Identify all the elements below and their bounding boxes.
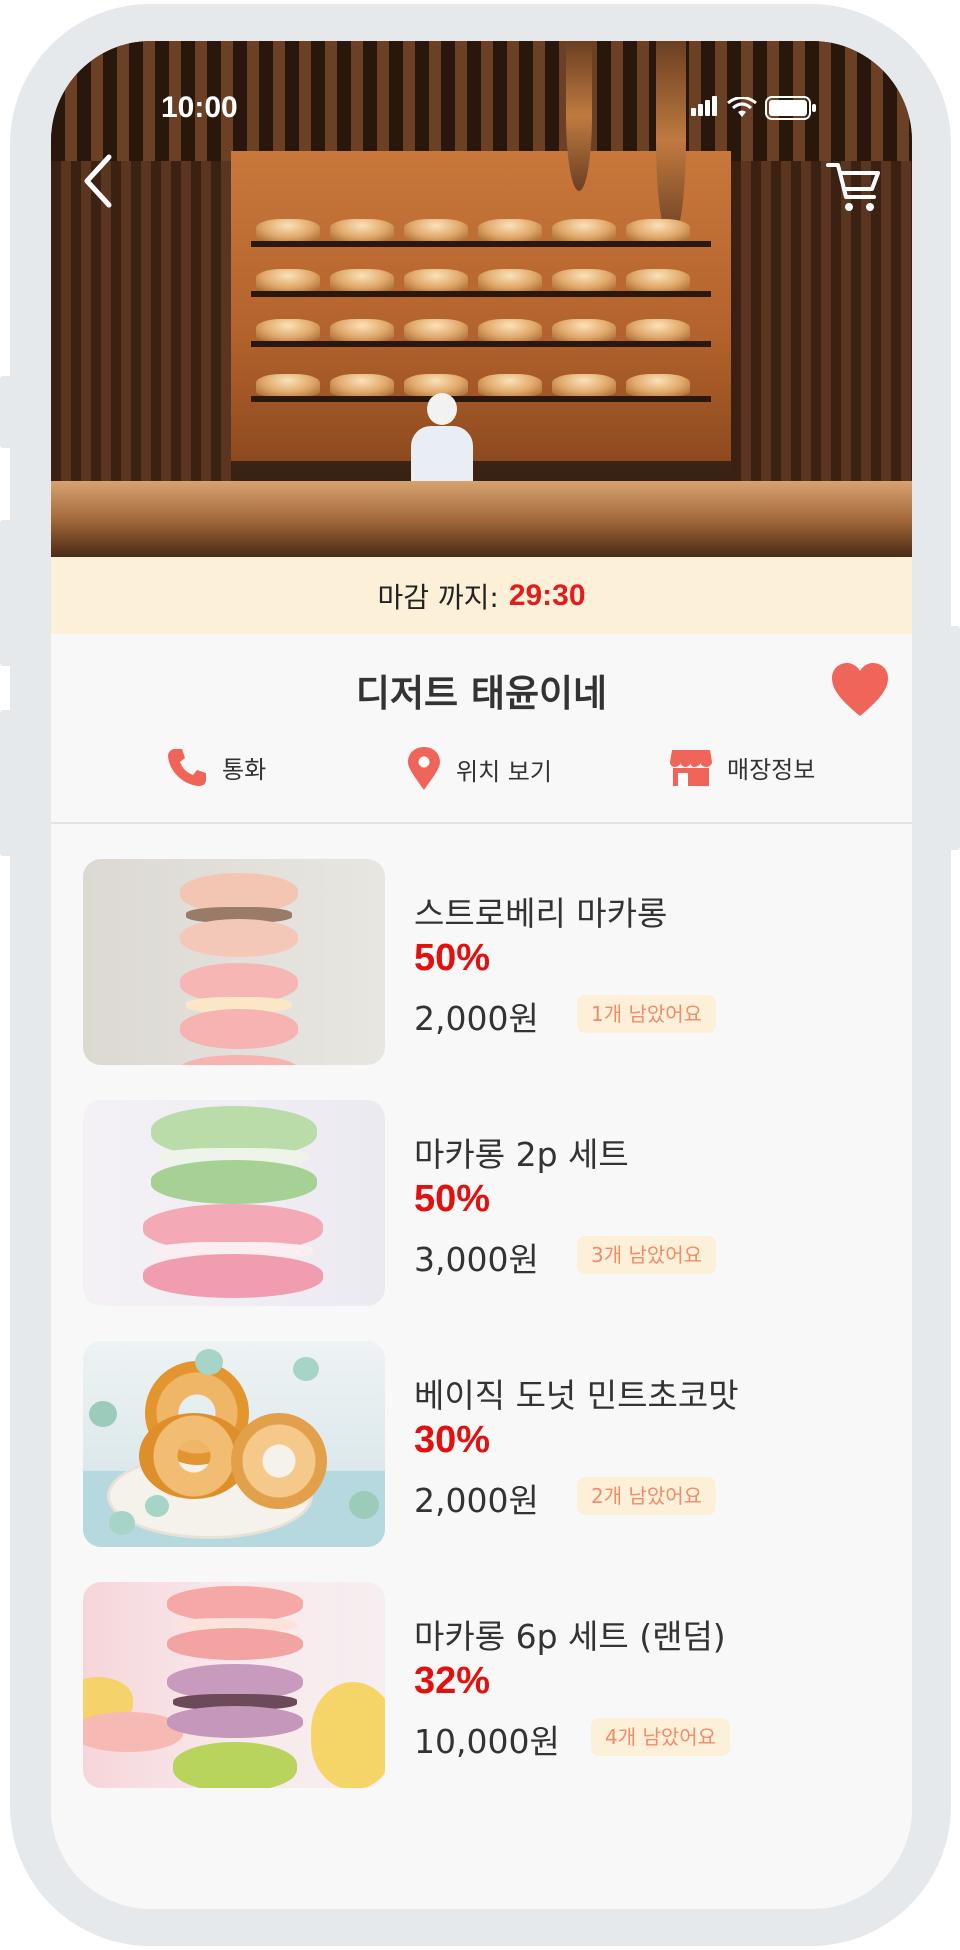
signal-icon [691, 96, 719, 120]
product-name: 마카롱 6p 세트 (랜덤) [414, 1617, 726, 1656]
product-item[interactable]: 마카롱 6p 세트 (랜덤) 32% 10,000원 4개 남았어요 [83, 1582, 903, 1788]
product-price: 3,000원 [414, 1240, 539, 1279]
wifi-icon [727, 97, 757, 117]
heart-icon[interactable] [830, 662, 890, 718]
phone-side-button [0, 520, 12, 666]
product-image-macaron-6p-set [83, 1582, 385, 1788]
product-price: 10,000원 [414, 1722, 560, 1761]
bread-row [256, 269, 706, 295]
product-discount: 32% [414, 1660, 491, 1702]
product-discount: 50% [414, 937, 491, 979]
phone-side-button [948, 626, 960, 850]
product-name: 마카롱 2p 세트 [414, 1135, 629, 1174]
product-name: 스트로베리 마카롱 [414, 894, 668, 933]
store-hero-image: 10:00 [51, 41, 912, 557]
cart-icon[interactable] [826, 159, 882, 215]
store-info-button[interactable]: 매장정보 [669, 746, 815, 788]
stock-badge: 4개 남았어요 [591, 1718, 731, 1756]
store-actions: 통화 위치 보기 매장정보 [51, 746, 912, 796]
app-screen: 10:00 마감 까지: 29:30 디저트 태윤이네 통화 위치 보기 매장정… [51, 41, 912, 1909]
display-counter [51, 481, 912, 557]
baker-figure [427, 393, 457, 425]
bakery-wall [231, 151, 731, 461]
pendant-lamp [656, 41, 686, 241]
deadline-countdown: 29:30 [508, 578, 586, 612]
stock-badge: 1개 남았어요 [577, 995, 717, 1033]
product-item[interactable]: 베이직 도넛 민트초코맛 30% 2,000원 2개 남았어요 [83, 1341, 903, 1547]
phone-icon [168, 749, 206, 786]
phone-side-button [0, 376, 12, 448]
product-price: 2,000원 [414, 999, 539, 1038]
location-label: 위치 보기 [456, 757, 552, 786]
status-time: 10:00 [161, 91, 238, 124]
bread-row [256, 319, 706, 345]
bread-row [256, 374, 706, 400]
product-item[interactable]: 마카롱 2p 세트 50% 3,000원 3개 남았어요 [83, 1100, 903, 1306]
product-name: 베이직 도넛 민트초코맛 [414, 1376, 739, 1415]
bread-row [256, 219, 706, 245]
battery-icon [765, 96, 816, 120]
pendant-lamp [566, 41, 592, 191]
deadline-label: 마감 까지: [377, 580, 499, 614]
product-image-mint-choco-donut [83, 1341, 385, 1547]
wall-slats [51, 161, 231, 521]
location-pin-icon [408, 747, 440, 790]
call-label: 통화 [222, 755, 267, 784]
store-info-label: 매장정보 [727, 755, 816, 784]
product-discount: 50% [414, 1178, 491, 1220]
phone-side-button [0, 710, 12, 856]
stock-badge: 3개 남았어요 [577, 1236, 717, 1274]
product-discount: 30% [414, 1419, 491, 1461]
deadline-banner: 마감 까지: 29:30 [51, 557, 912, 634]
store-icon [670, 750, 712, 786]
product-price: 2,000원 [414, 1481, 539, 1520]
product-item[interactable]: 스트로베리 마카롱 50% 2,000원 1개 남았어요 [83, 859, 903, 1065]
product-image-macaron-2p-set [83, 1100, 385, 1306]
call-button[interactable]: 통화 [166, 746, 266, 788]
location-button[interactable]: 위치 보기 [406, 746, 552, 792]
stock-badge: 2개 남았어요 [577, 1477, 717, 1515]
wall-slats [731, 161, 912, 521]
status-icons [691, 95, 817, 121]
divider [51, 822, 912, 824]
chevron-left-icon[interactable] [79, 151, 119, 211]
product-image-strawberry-macaron [83, 859, 385, 1065]
store-name: 디저트 태윤이네 [355, 672, 608, 715]
